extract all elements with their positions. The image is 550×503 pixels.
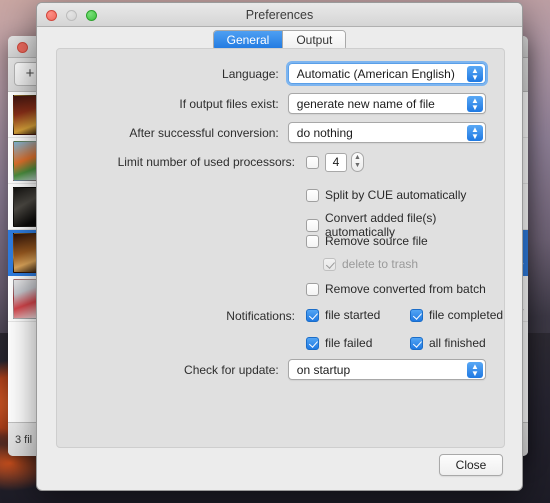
processor-count-input[interactable]: 4 xyxy=(325,152,347,172)
close-window-button[interactable] xyxy=(46,10,57,21)
limit-processors-checkbox[interactable] xyxy=(306,155,319,169)
language-dropdown[interactable]: Automatic (American English) ▲ ▼ xyxy=(285,61,489,86)
zoom-window-button[interactable] xyxy=(86,10,97,21)
language-value: Automatic (American English) xyxy=(296,66,455,81)
window-title: Preferences xyxy=(245,8,314,22)
check-for-update-value: on startup xyxy=(296,362,351,377)
notify-all-finished-row[interactable]: all finished xyxy=(410,336,486,350)
if-output-exists-dropdown[interactable]: generate new name of file ▲ ▼ xyxy=(287,93,486,114)
notify-file-failed-label: file failed xyxy=(325,336,373,350)
notify-file-completed-label: file completed xyxy=(429,308,504,322)
chevron-updown-icon: ▲ ▼ xyxy=(467,362,483,378)
limit-processors-label: Limit number of used processors: xyxy=(117,155,295,169)
background-close-button[interactable] xyxy=(17,42,28,53)
notify-file-completed-row[interactable]: file completed xyxy=(410,308,503,322)
delete-to-trash-row: delete to trash xyxy=(323,257,418,271)
delete-to-trash-label: delete to trash xyxy=(342,257,419,271)
check-for-update-row: Check for update: on startup ▲ ▼ xyxy=(57,359,486,380)
remove-source-file-row[interactable]: Remove source file xyxy=(306,234,428,248)
remove-source-file-checkbox[interactable] xyxy=(306,234,319,248)
convert-added-files-checkbox[interactable] xyxy=(306,218,319,232)
notify-file-completed-checkbox[interactable] xyxy=(410,308,423,322)
notify-all-finished-checkbox[interactable] xyxy=(410,336,423,350)
notify-all-finished-label: all finished xyxy=(429,336,486,350)
notifications-label: Notifications: xyxy=(226,309,295,323)
after-conversion-value: do nothing xyxy=(296,125,353,140)
notify-file-failed-row[interactable]: file failed xyxy=(306,336,372,350)
remove-converted-from-batch-row[interactable]: Remove converted from batch xyxy=(306,282,486,296)
notify-file-started-row[interactable]: file started xyxy=(306,308,380,322)
chevron-updown-icon: ▲ ▼ xyxy=(467,125,483,141)
dialog-titlebar: Preferences xyxy=(37,3,522,27)
after-conversion-dropdown[interactable]: do nothing ▲ ▼ xyxy=(287,122,486,143)
after-conversion-row: After successful conversion: do nothing … xyxy=(57,122,486,143)
remove-source-file-label: Remove source file xyxy=(325,234,428,248)
notify-file-failed-checkbox[interactable] xyxy=(306,336,319,350)
limit-processors-row: Limit number of used processors: 4 ▲ ▼ xyxy=(57,152,486,172)
check-for-update-dropdown[interactable]: on startup ▲ ▼ xyxy=(287,359,486,380)
language-label: Language: xyxy=(222,66,279,81)
processor-count-stepper[interactable]: ▲ ▼ xyxy=(351,152,364,172)
if-output-exists-value: generate new name of file xyxy=(296,96,435,111)
language-row: Language: Automatic (American English) ▲… xyxy=(57,61,489,86)
if-output-exists-label: If output files exist: xyxy=(179,96,279,111)
notify-file-started-label: file started xyxy=(325,308,381,322)
notify-file-started-checkbox[interactable] xyxy=(306,308,319,322)
delete-to-trash-checkbox xyxy=(323,257,336,271)
if-output-exists-row: If output files exist: generate new name… xyxy=(57,93,486,114)
check-for-update-label: Check for update: xyxy=(184,362,279,377)
remove-converted-label: Remove converted from batch xyxy=(325,282,486,296)
chevron-updown-icon: ▲ ▼ xyxy=(467,66,483,82)
file-count-label: 3 fil xyxy=(15,433,33,446)
minimize-window-button[interactable] xyxy=(66,10,77,21)
remove-converted-checkbox[interactable] xyxy=(306,282,319,296)
after-conversion-label: After successful conversion: xyxy=(129,125,279,140)
settings-panel: Language: Automatic (American English) ▲… xyxy=(56,48,505,448)
split-by-cue-label: Split by CUE automatically xyxy=(325,188,467,202)
preferences-dialog[interactable]: Preferences General Output Language: Aut… xyxy=(36,2,523,491)
split-by-cue-row[interactable]: Split by CUE automatically xyxy=(306,188,466,202)
close-button[interactable]: Close xyxy=(439,454,503,476)
chevron-updown-icon: ▲ ▼ xyxy=(467,96,483,112)
split-by-cue-checkbox[interactable] xyxy=(306,188,319,202)
